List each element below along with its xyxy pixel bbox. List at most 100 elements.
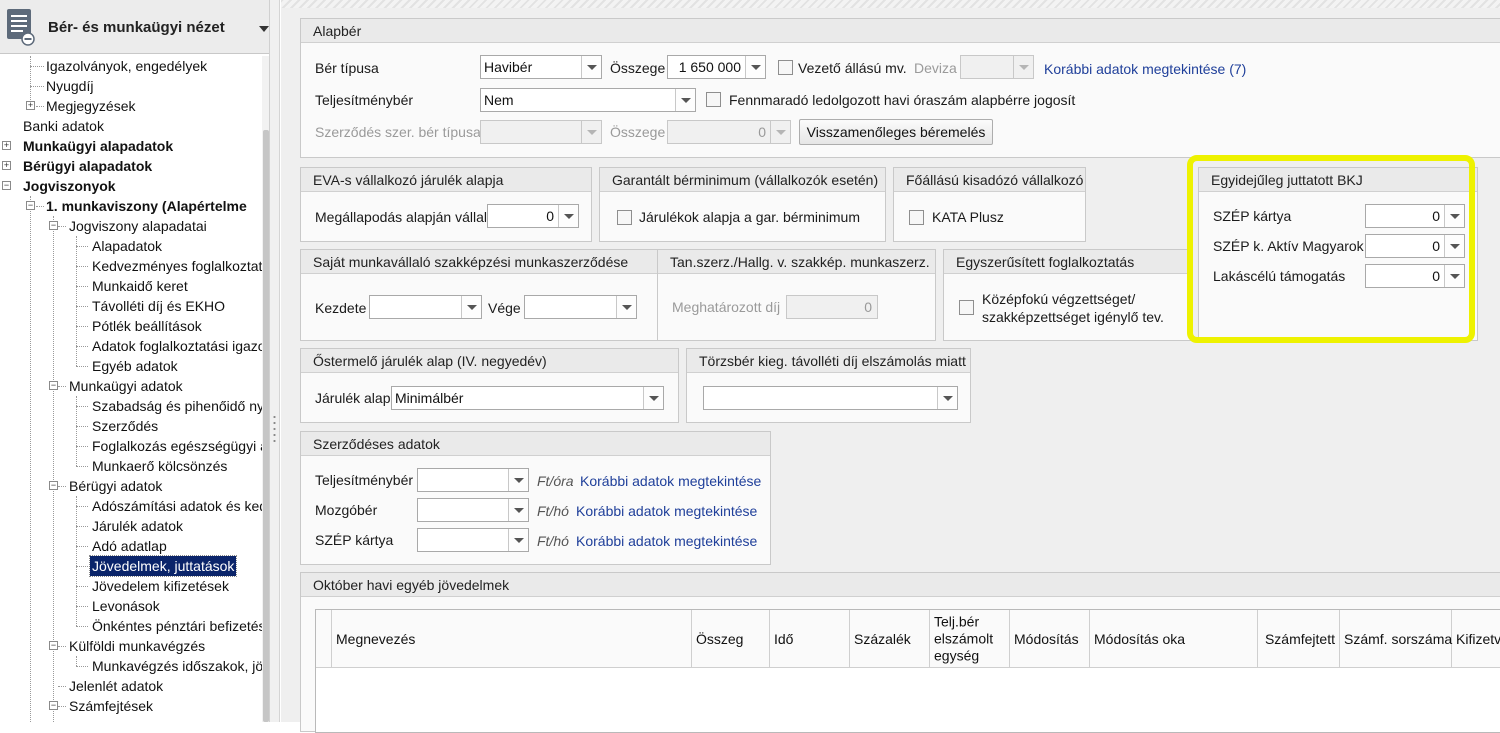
korabbi-adatok-link[interactable]: Korábbi adatok megtekintése: [576, 532, 757, 550]
view-selector[interactable]: Bér- és munkaügyi nézet: [0, 0, 269, 54]
tree-item[interactable]: Banki adatok: [23, 116, 104, 136]
chevron-down-icon[interactable]: [259, 26, 269, 32]
teljesitmenyber-combo[interactable]: Nem: [480, 88, 696, 112]
jarulek-alap-combo[interactable]: Minimálbér: [391, 386, 664, 410]
tree-item[interactable]: Adószámítási adatok és ked: [92, 496, 262, 516]
chevron-down-icon[interactable]: [581, 121, 601, 143]
visszamenoleges-button[interactable]: Visszamenőleges béremelés: [799, 119, 993, 145]
tree-item[interactable]: Jogviszony alapadatai: [69, 216, 207, 236]
column-header[interactable]: Megnevezés: [332, 610, 692, 668]
kozepfoku-checkbox[interactable]: [959, 300, 974, 315]
szerzodes-combo[interactable]: [480, 120, 602, 144]
chevron-down-icon[interactable]: [770, 121, 790, 143]
tree-item[interactable]: Igazolványok, engedélyek: [46, 56, 207, 76]
tree-item[interactable]: Nyugdíj: [46, 76, 93, 96]
collapse-icon[interactable]: −: [49, 481, 58, 490]
ber-tipusa-combo[interactable]: Havibér: [480, 55, 602, 79]
tree-item[interactable]: Jelenlét adatok: [69, 676, 163, 696]
tree-item[interactable]: 1. munkaviszony (Alapértelme: [46, 196, 247, 216]
szerzodeses-row-combo[interactable]: [417, 468, 529, 492]
tree-item[interactable]: Munkaügyi alapadatok: [23, 136, 173, 156]
chevron-down-icon[interactable]: [745, 56, 765, 78]
chevron-down-icon[interactable]: [558, 205, 578, 227]
osszege2-combo[interactable]: 0: [667, 120, 791, 144]
tree-item[interactable]: Foglalkozás egészségügyi a: [92, 436, 262, 456]
expand-icon[interactable]: +: [2, 141, 11, 150]
column-header[interactable]: Kifizetve: [1452, 610, 1500, 668]
chevron-down-icon[interactable]: [1444, 235, 1464, 257]
collapse-icon[interactable]: −: [49, 381, 58, 390]
tree-item[interactable]: Munkaidő keret: [92, 276, 188, 296]
tree-item[interactable]: Távolléti díj és EKHO: [92, 296, 225, 316]
szerzodeses-row-combo[interactable]: [417, 498, 529, 522]
kezdete-combo[interactable]: [369, 295, 482, 319]
tree-item[interactable]: Alapadatok: [92, 236, 162, 256]
fennmarado-checkbox[interactable]: [706, 92, 721, 107]
chevron-down-icon[interactable]: [461, 296, 481, 318]
korabbi-adatok-link[interactable]: Korábbi adatok megtekintése (7): [1044, 60, 1246, 78]
korabbi-adatok-link[interactable]: Korábbi adatok megtekintése: [580, 472, 761, 490]
tree-item[interactable]: Bérügyi alapadatok: [23, 156, 152, 176]
bkj-value-combo[interactable]: 0: [1365, 264, 1465, 288]
chevron-down-icon[interactable]: [616, 296, 636, 318]
chevron-down-icon[interactable]: [508, 499, 528, 521]
collapse-icon[interactable]: −: [2, 181, 11, 190]
collapse-icon[interactable]: −: [49, 641, 58, 650]
scrollbar-thumb[interactable]: [263, 130, 269, 722]
column-header[interactable]: Összeg: [692, 610, 770, 668]
tree-item[interactable]: Megjegyzések: [46, 96, 136, 116]
tree-item[interactable]: Jogviszonyok: [23, 176, 116, 196]
jarulekok-checkbox[interactable]: [617, 210, 632, 225]
bkj-value-combo[interactable]: 0: [1365, 234, 1465, 258]
column-header[interactable]: Módosítás: [1010, 610, 1090, 668]
tree-item[interactable]: Adó adatlap: [92, 536, 167, 556]
tree-item[interactable]: Munkaerő kölcsönzés: [92, 456, 227, 476]
chevron-down-icon[interactable]: [1013, 56, 1033, 78]
chevron-down-icon[interactable]: [1444, 265, 1464, 287]
column-header[interactable]: Százalék: [850, 610, 930, 668]
collapse-icon[interactable]: −: [49, 701, 58, 710]
tree-item[interactable]: Járulék adatok: [92, 516, 183, 536]
tree-item[interactable]: Külföldi munkavégzés: [69, 636, 205, 656]
tree-item[interactable]: Bérügyi adatok: [69, 476, 162, 496]
chevron-down-icon[interactable]: [675, 89, 695, 111]
tree-item[interactable]: Munkavégzés időszakok, jö: [92, 656, 262, 676]
megallapodas-combo[interactable]: 0: [487, 204, 579, 228]
tree-item[interactable]: Adatok foglalkoztatási igazo: [92, 336, 262, 356]
tree-item[interactable]: Kedvezményes foglalkoztat: [92, 256, 262, 276]
chevron-down-icon[interactable]: [937, 387, 957, 409]
collapse-icon[interactable]: −: [49, 221, 58, 230]
meghatarozott-dij-field[interactable]: 0: [786, 295, 878, 319]
tree-item[interactable]: Szabadság és pihenőidő ny: [92, 396, 262, 416]
panel-splitter[interactable]: [270, 0, 280, 722]
chevron-down-icon[interactable]: [1444, 205, 1464, 227]
tree-item[interactable]: Pótlék beállítások: [92, 316, 202, 336]
chevron-down-icon[interactable]: [508, 469, 528, 491]
column-header[interactable]: Számfejtett: [1258, 610, 1340, 668]
deviza-combo[interactable]: [960, 55, 1034, 79]
tree-scrollbar[interactable]: [262, 56, 269, 722]
column-header[interactable]: Idő: [770, 610, 850, 668]
chevron-down-icon[interactable]: [643, 387, 663, 409]
collapse-icon[interactable]: −: [26, 201, 35, 210]
expand-icon[interactable]: +: [2, 161, 11, 170]
bkj-value-combo[interactable]: 0: [1365, 204, 1465, 228]
column-header[interactable]: Módosítás oka: [1090, 610, 1258, 668]
osszege-combo[interactable]: 1 650 000: [667, 55, 766, 79]
tree-item-selected[interactable]: Jövedelmek, juttatások: [88, 555, 238, 577]
tree-item[interactable]: Levonások: [92, 596, 160, 616]
column-header[interactable]: Számf. sorszáma: [1340, 610, 1452, 668]
tree-item[interactable]: Számfejtések: [69, 696, 153, 716]
kata-plusz-checkbox[interactable]: [909, 210, 924, 225]
vezeto-checkbox[interactable]: [778, 60, 793, 75]
column-header[interactable]: Telj.bér elszámolt egység: [930, 610, 1010, 668]
tree-item[interactable]: Munkaügyi adatok: [69, 376, 183, 396]
expand-icon[interactable]: +: [26, 101, 35, 110]
torzsber-combo[interactable]: [703, 386, 958, 410]
vege-combo[interactable]: [524, 295, 637, 319]
tree-item[interactable]: Önkéntes pénztári befizetés: [92, 616, 262, 636]
korabbi-adatok-link[interactable]: Korábbi adatok megtekintése: [576, 502, 757, 520]
tree-item[interactable]: Egyéb adatok: [92, 356, 178, 376]
chevron-down-icon[interactable]: [581, 56, 601, 78]
tree-item[interactable]: Szerződés: [92, 416, 158, 436]
